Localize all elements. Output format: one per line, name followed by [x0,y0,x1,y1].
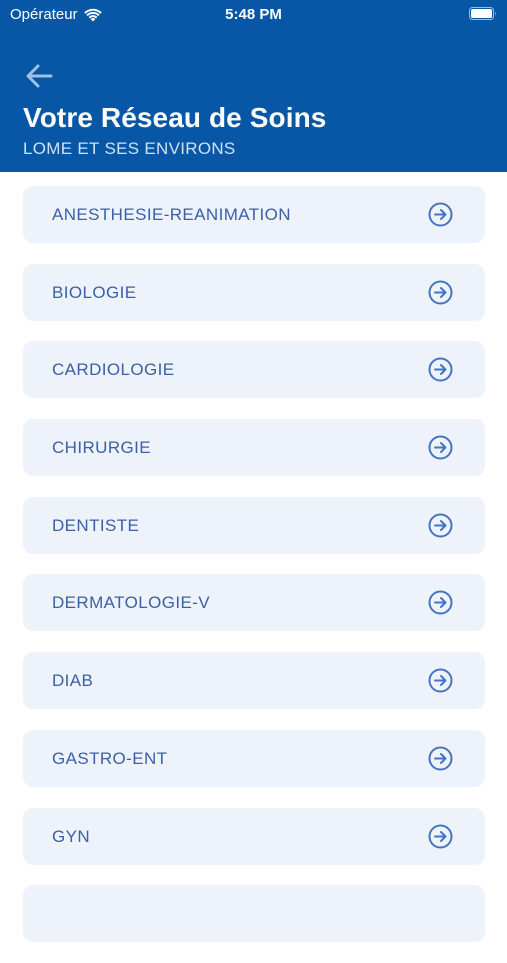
arrow-right-circle-icon [428,590,453,615]
specialty-label: GASTRO-ENT [52,748,168,768]
specialty-label: BIOLOGIE [52,282,137,302]
specialty-label: GYN [52,826,91,846]
specialty-list: ANESTHESIE-REANIMATION BIOLOGIE CARDIOLO… [23,186,485,963]
specialty-label: DENTISTE [52,515,140,535]
specialty-label: CHIRURGIE [52,438,151,458]
specialty-item-cardiologie[interactable]: CARDIOLOGIE [23,341,485,399]
page-title: Votre Réseau de Soins [23,102,327,133]
specialty-item-gastro-ent[interactable]: GASTRO-ENT [23,729,485,787]
specialty-label: CARDIOLOGIE [52,360,175,380]
arrow-right-circle-icon [428,668,453,693]
specialty-item-dentiste[interactable]: DENTISTE [23,496,485,554]
arrow-left-icon[interactable] [24,62,54,90]
page-subtitle: LOME ET SES ENVIRONS [23,139,236,158]
specialty-item-anesthesie-reanimation[interactable]: ANESTHESIE-REANIMATION [23,186,485,243]
arrow-right-circle-icon [428,435,453,460]
specialty-item-chirurgie[interactable]: CHIRURGIE [23,419,485,477]
specialty-label: DERMATOLOGIE-V [52,593,210,613]
arrow-right-circle-icon [428,280,453,305]
specialty-item-gyn[interactable]: GYN [23,807,485,865]
arrow-right-circle-icon [428,824,453,848]
specialty-item-diab[interactable]: DIAB [23,652,485,710]
clock: 5:48 PM [225,6,282,23]
specialty-item-biologie[interactable]: BIOLOGIE [23,263,485,321]
specialty-label: DIAB [52,671,94,691]
arrow-right-circle-icon [428,513,453,538]
specialty-label: ANESTHESIE-REANIMATION [52,205,291,224]
battery-icon [469,7,496,20]
status-bar: Opérateur 5:48 PM [0,0,507,30]
arrow-right-circle-icon [428,746,453,771]
arrow-right-circle-icon [428,357,453,382]
specialty-item-dermatologie-v[interactable]: DERMATOLOGIE-V [23,574,485,632]
header: Opérateur 5:48 PM Votre Réseau de Soins … [0,0,507,172]
arrow-right-circle-icon [428,202,453,227]
specialty-item-partial[interactable] [23,885,485,943]
